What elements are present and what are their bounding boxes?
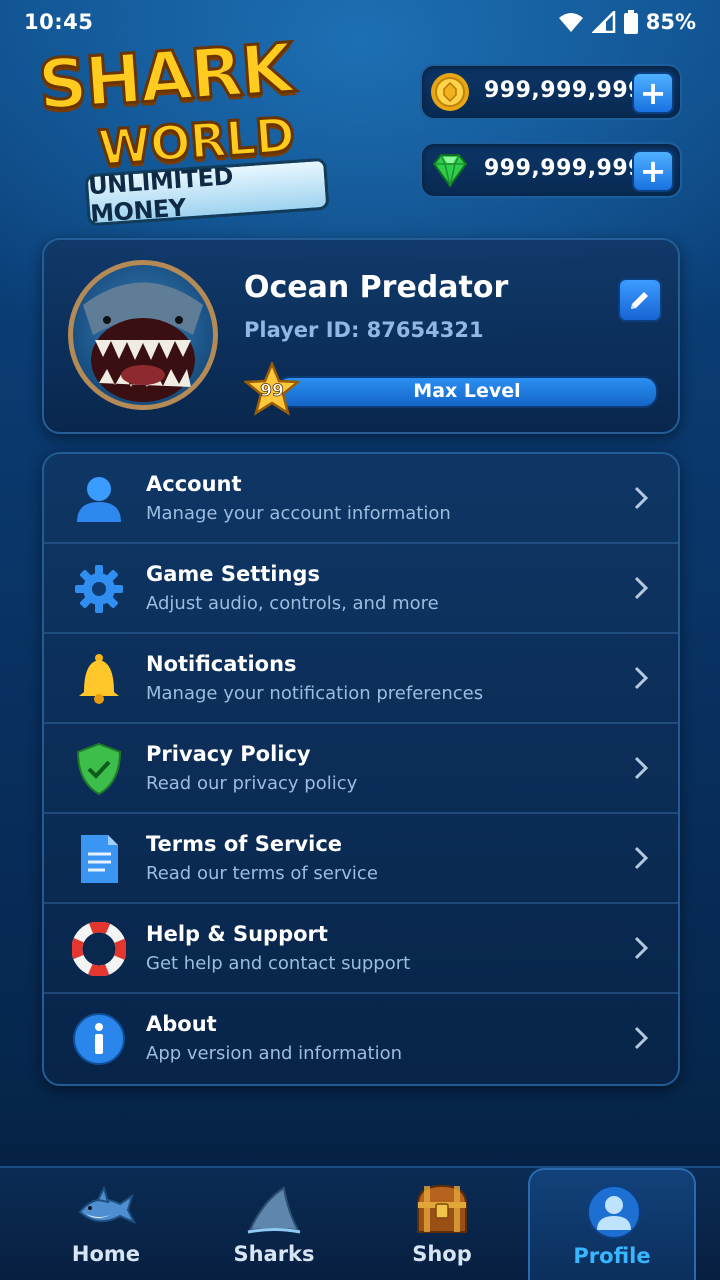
chevron-right-icon bbox=[634, 756, 649, 780]
profile-card: Ocean Predator Player ID: 87654321 Max L… bbox=[42, 238, 680, 434]
shark-icon bbox=[78, 1185, 136, 1224]
level-number: 99 bbox=[260, 381, 284, 401]
chevron-right-icon bbox=[634, 936, 649, 960]
chevron-right-icon bbox=[634, 666, 649, 690]
shark-portrait-icon bbox=[83, 282, 203, 402]
menu-item-account[interactable]: Account Manage your account information bbox=[44, 454, 678, 544]
menu-subtitle: Read our terms of service bbox=[146, 863, 378, 884]
logo-title-shark: SHARK bbox=[34, 28, 295, 127]
level-progress-bar: Max Level bbox=[276, 376, 658, 408]
coin-amount: 999,999,999 bbox=[484, 78, 644, 103]
menu-subtitle: Adjust audio, controls, and more bbox=[146, 593, 439, 614]
lifebuoy-icon bbox=[72, 922, 126, 976]
battery-percent: 85% bbox=[645, 10, 696, 34]
chevron-right-icon bbox=[634, 486, 649, 510]
menu-title: Notifications bbox=[146, 652, 297, 676]
wifi-icon bbox=[558, 13, 583, 32]
add-coins-button[interactable]: + bbox=[632, 72, 674, 114]
menu-subtitle: Manage your account information bbox=[146, 503, 451, 524]
menu-item-game-settings[interactable]: Game Settings Adjust audio, controls, an… bbox=[44, 544, 678, 634]
settings-menu: Account Manage your account information … bbox=[42, 452, 680, 1086]
person-icon bbox=[77, 477, 121, 522]
info-icon bbox=[73, 1013, 125, 1065]
menu-title: Privacy Policy bbox=[146, 742, 311, 766]
menu-item-help-support[interactable]: Help & Support Get help and contact supp… bbox=[44, 904, 678, 994]
shield-check-icon bbox=[76, 742, 122, 796]
pencil-icon bbox=[631, 292, 648, 309]
bottom-nav: Home Sharks Shop Profile bbox=[0, 1166, 720, 1280]
menu-title: Account bbox=[146, 472, 242, 496]
gem-balance: 999,999,999 + bbox=[420, 142, 682, 198]
gear-icon bbox=[75, 565, 123, 613]
menu-item-about[interactable]: About App version and information bbox=[44, 994, 678, 1082]
game-logo: SHARK WORLD UNLIMITED MONEY bbox=[34, 28, 356, 228]
menu-title: Game Settings bbox=[146, 562, 320, 586]
status-bar: 10:45 85% bbox=[0, 0, 720, 48]
menu-item-privacy-policy[interactable]: Privacy Policy Read our privacy policy bbox=[44, 724, 678, 814]
nav-sharks[interactable]: Sharks bbox=[190, 1168, 358, 1280]
nav-shop[interactable]: Shop bbox=[358, 1168, 526, 1280]
star-icon: 99 bbox=[242, 360, 302, 416]
edit-profile-button[interactable] bbox=[618, 278, 662, 322]
menu-title: Terms of Service bbox=[146, 832, 343, 856]
status-time: 10:45 bbox=[24, 10, 94, 34]
add-gems-button[interactable]: + bbox=[632, 150, 674, 192]
nav-label: Home bbox=[71, 1242, 141, 1266]
player-name: Ocean Predator bbox=[244, 270, 509, 305]
battery-icon bbox=[623, 10, 638, 34]
menu-item-notifications[interactable]: Notifications Manage your notification p… bbox=[44, 634, 678, 724]
menu-subtitle: Read our privacy policy bbox=[146, 773, 358, 794]
chevron-right-icon bbox=[634, 1026, 649, 1050]
menu-title: Help & Support bbox=[146, 922, 328, 946]
nav-label: Profile bbox=[573, 1244, 651, 1268]
status-icons: 85% bbox=[558, 10, 696, 34]
gem-amount: 999,999,999 bbox=[484, 156, 644, 181]
green-gem-icon bbox=[432, 154, 468, 188]
nav-profile[interactable]: Profile bbox=[528, 1168, 696, 1280]
menu-item-terms-of-service[interactable]: Terms of Service Read our terms of servi… bbox=[44, 814, 678, 904]
menu-subtitle: Manage your notification preferences bbox=[146, 683, 484, 704]
document-icon bbox=[81, 835, 118, 883]
level-label: Max Level bbox=[413, 380, 521, 402]
level-star-badge: 99 bbox=[242, 360, 302, 416]
coin-balance: 999,999,999 + bbox=[420, 64, 682, 120]
avatar[interactable] bbox=[68, 260, 218, 410]
bell-icon bbox=[79, 654, 119, 704]
player-id: Player ID: 87654321 bbox=[244, 318, 484, 342]
menu-subtitle: Get help and contact support bbox=[146, 953, 411, 974]
menu-title: About bbox=[146, 1012, 217, 1036]
chevron-right-icon bbox=[634, 576, 649, 600]
menu-subtitle: App version and information bbox=[146, 1043, 403, 1064]
chevron-right-icon bbox=[634, 846, 649, 870]
shark-fin-icon bbox=[247, 1186, 301, 1234]
gold-coin-icon bbox=[431, 73, 469, 111]
nav-home[interactable]: Home bbox=[22, 1168, 190, 1280]
nav-label: Shop bbox=[412, 1242, 472, 1266]
nav-label: Sharks bbox=[233, 1242, 315, 1266]
cell-signal-icon bbox=[591, 11, 615, 33]
profile-screen: 10:45 85% SHARK WORLD UNLIMITED MONEY 99… bbox=[0, 0, 720, 1280]
treasure-chest-icon bbox=[416, 1184, 468, 1233]
profile-icon bbox=[587, 1185, 641, 1239]
